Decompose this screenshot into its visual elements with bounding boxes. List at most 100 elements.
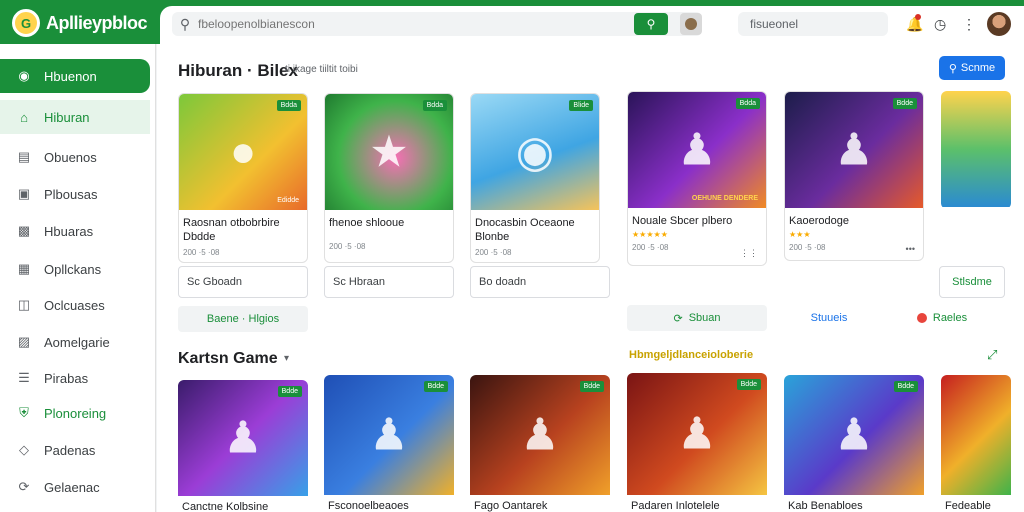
status-badge: Bdde	[423, 381, 448, 392]
character-icon: ♟	[834, 410, 874, 460]
thumbnail-caption: Edidde	[277, 197, 299, 204]
game-meta: 200 ·5 ·08	[789, 243, 826, 252]
game-card[interactable]: ♟ Bdda OEHUNE DENDERE Nouale Sbcer plber…	[627, 91, 767, 266]
game-card[interactable]: ◉ Blide Dnocasbin Oceaone Blonbe 200 ·5 …	[470, 93, 600, 263]
search-voice-icon[interactable]	[680, 13, 702, 35]
game-thumbnail	[941, 91, 1011, 207]
rating-stars: ★★★★★	[632, 230, 668, 239]
status-badge: Bdda	[276, 100, 301, 111]
sidebar-item-label: Padenas	[44, 442, 96, 458]
game-card[interactable]: ♟ Bdde Kaoerodoge ★★★ 200 ·5 ·08 •••	[784, 91, 924, 261]
game-title: Fsconoelbeaoes	[328, 500, 409, 512]
shield-icon: ⛨	[19, 405, 29, 420]
game-title: fhenoe shlooue	[329, 217, 405, 229]
price-field[interactable]: Sc Gboadn	[178, 266, 308, 298]
character-icon: ♟	[677, 125, 717, 175]
search-input[interactable]	[198, 17, 634, 31]
search-games-button[interactable]: ⚲ Scnme	[939, 56, 1005, 80]
status-badge: Blide	[569, 100, 593, 111]
more-options-icon[interactable]: •••	[906, 244, 915, 254]
search-icon: ⚲	[948, 62, 957, 75]
status-badge: Bdde	[736, 379, 761, 390]
sidebar-item-gelaenac[interactable]: ⟳ Gelaenac	[0, 470, 150, 504]
tag-icon: ◇	[19, 442, 29, 457]
sidebar-item-plbousas[interactable]: ▣ Plbousas	[0, 177, 150, 211]
more-vert-icon[interactable]: ⋮	[962, 16, 976, 33]
sidebar-item-label: Aomelgarie	[44, 334, 110, 350]
expand-icon[interactable]: ⤢	[987, 347, 997, 363]
game-card[interactable]: Fedeable	[941, 375, 1011, 512]
game-meta: 200 ·5 ·08	[329, 242, 366, 251]
game-card[interactable]: ★ Bdda fhenoe shlooue 200 ·5 ·08	[324, 93, 454, 263]
game-thumbnail: ♟ Bdde	[785, 92, 923, 208]
more-button[interactable]: Stlsdme	[939, 266, 1005, 298]
sidebar-item-label: Plbousas	[44, 186, 98, 202]
see-all-link[interactable]: Hbmgeljdlanceioloberie	[629, 349, 753, 361]
game-title: Nouale Sbcer plbero	[632, 215, 733, 227]
clock-icon[interactable]: ◷	[934, 16, 946, 33]
game-card[interactable]: ♟ Bdde Canctne Kolbsine	[178, 380, 308, 512]
game-title: Raosnan otbobrbire Dbdde	[183, 217, 280, 243]
game-meta: 200 ·5 ·08	[183, 248, 220, 257]
section-title: Kartsn Game	[178, 350, 278, 367]
globe-icon	[916, 313, 927, 323]
price-field[interactable]: Bo doadn	[470, 266, 610, 298]
game-title: Dnocasbin Oceaone Blonbe	[475, 217, 575, 243]
rating-stars: ★★★	[789, 230, 811, 239]
sidebar-item-padenas[interactable]: ◇ Padenas	[0, 433, 150, 467]
game-title: Kab Benabloes	[788, 500, 863, 512]
controller-icon: ◉	[515, 127, 555, 177]
gamepad-icon: ◉	[18, 68, 30, 83]
search-submit-button[interactable]: ⚲	[634, 13, 668, 35]
sidebar-item-hbuenon[interactable]: ◉ Hbuenon	[0, 59, 150, 93]
category-pill[interactable]: Stuueis	[784, 305, 874, 331]
refresh-icon: ⟳	[673, 312, 683, 325]
game-card[interactable]: ♟ Bdde Kab Benabloes	[784, 375, 924, 512]
more-options-icon[interactable]: ⋮⋮	[740, 248, 758, 259]
sidebar-item-hbuaras[interactable]: ▩ Hbuaras	[0, 214, 150, 248]
filter-field[interactable]: fisueonel	[738, 12, 888, 36]
search-bar[interactable]: ⚲ ⚲	[172, 12, 702, 36]
category-pill[interactable]: Raeles	[902, 305, 982, 331]
pill-label: Sbuan	[688, 312, 721, 324]
sidebar-item-oclcuases[interactable]: ◫ Oclcuases	[0, 288, 150, 322]
game-card[interactable]: ♟ Bdde Padaren Inlotelele	[627, 373, 767, 512]
doc-icon: ◫	[17, 297, 31, 312]
game-card[interactable]: ♟ Bdde Fsconoelbeaoes	[324, 375, 454, 512]
notification-dot	[915, 14, 921, 20]
character-icon: ♟	[834, 125, 874, 175]
status-badge: Bdde	[893, 381, 918, 392]
game-thumbnail: ★ Bdda	[325, 94, 453, 210]
game-title: Canctne Kolbsine	[182, 501, 269, 512]
category-pill[interactable]: ⟳ Sbuan	[627, 305, 767, 331]
game-thumbnail: ● Bdda Edidde	[179, 94, 307, 210]
sidebar-item-pirabas[interactable]: ☰ Pirabas	[0, 361, 150, 395]
monitor-icon: ▣	[17, 186, 31, 201]
status-badge: Bdde	[579, 381, 604, 392]
game-thumbnail: ♟ Bdde	[178, 380, 308, 496]
status-badge: Bdde	[892, 98, 917, 109]
game-card[interactable]: ● Bdda Edidde Raosnan otbobrbire Dbdde 2…	[178, 93, 308, 263]
status-badge: Bdde	[277, 386, 302, 397]
sidebar-item-opllckans[interactable]: ▦ Opllckans	[0, 252, 150, 286]
character-icon: ♟	[520, 410, 560, 460]
app-logo[interactable]: G Apllieypbloc	[12, 9, 148, 37]
game-thumbnail: ◉ Blide	[471, 94, 599, 210]
section-title: Hiburan · Bilex	[178, 61, 298, 80]
game-card[interactable]	[941, 91, 1011, 209]
category-pill[interactable]: Baene · Hlgios	[178, 306, 308, 332]
sidebar-item-plonoreing[interactable]: ⛨ Plonoreing	[0, 396, 150, 430]
game-title: Fedeable	[945, 500, 991, 512]
chevron-down-icon[interactable]: ▾	[284, 353, 289, 364]
game-title: Kaoerodoge	[789, 215, 849, 227]
sidebar-item-label: Hbuenon	[44, 68, 97, 84]
game-card[interactable]: ♟ Bdde Fago Oantarek	[470, 375, 610, 512]
sidebar-item-obuenos[interactable]: ▤ Obuenos	[0, 140, 150, 174]
price-field[interactable]: Sc Hbraan	[324, 266, 454, 298]
sidebar-item-hiburan[interactable]: ⌂ Hiburan	[0, 100, 150, 134]
avatar[interactable]	[985, 10, 1013, 38]
lock-icon: ▨	[17, 334, 31, 349]
sidebar-item-aomelgarie[interactable]: ▨ Aomelgarie	[0, 325, 150, 359]
status-badge: Bdda	[735, 98, 760, 109]
sidebar-item-label: Oclcuases	[44, 297, 105, 313]
